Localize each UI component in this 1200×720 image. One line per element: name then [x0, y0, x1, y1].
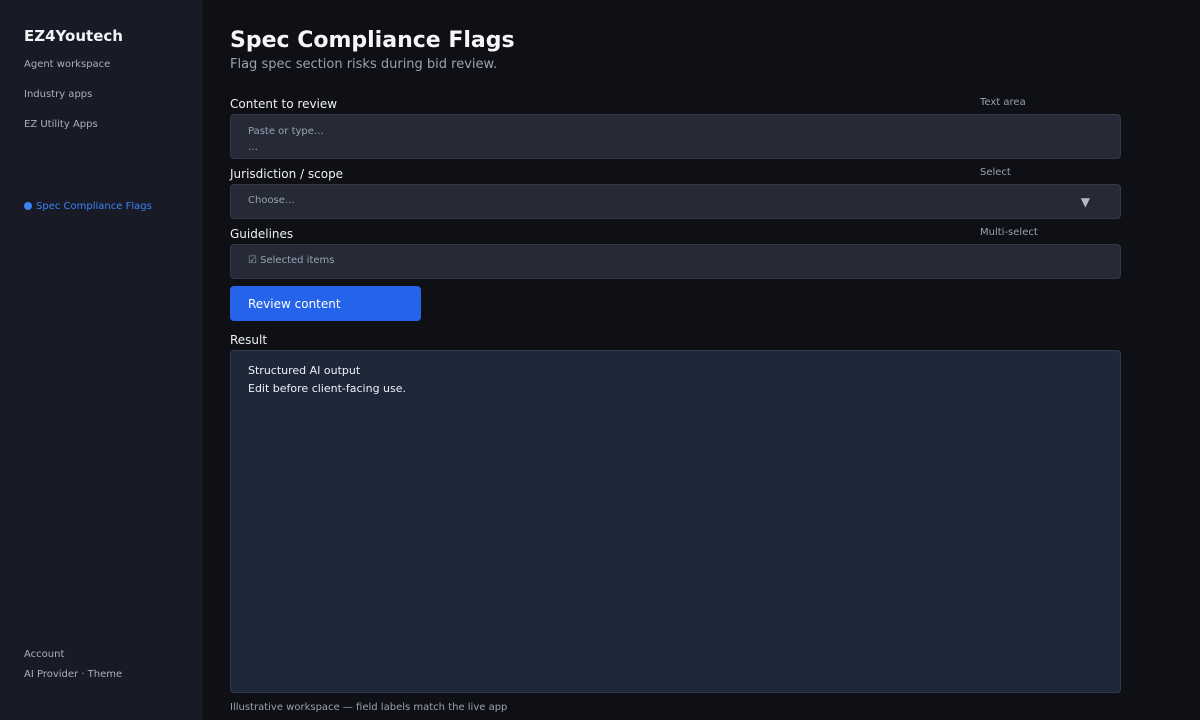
- page-title: Spec Compliance Flags: [230, 28, 515, 53]
- jurisdiction-placeholder: Choose…: [248, 195, 295, 206]
- nav-spec-compliance-flags[interactable]: Spec Compliance Flags: [24, 201, 152, 212]
- nav-agent-workspace[interactable]: Agent workspace: [24, 59, 110, 70]
- main-content: Spec Compliance Flags Flag spec section …: [230, 0, 1122, 720]
- jurisdiction-select[interactable]: Choose… ▼: [230, 184, 1121, 219]
- nav-industry-apps[interactable]: Industry apps: [24, 89, 92, 100]
- result-line-1: Structured AI output: [248, 364, 361, 377]
- content-ellipsis: …: [248, 142, 258, 153]
- nav-active-label: Spec Compliance Flags: [36, 201, 152, 212]
- nav-ez-utility-apps[interactable]: EZ Utility Apps: [24, 119, 98, 130]
- guidelines-type-tag: Multi-select: [980, 227, 1038, 238]
- result-line-2: Edit before client-facing use.: [248, 382, 407, 395]
- jurisdiction-label: Jurisdiction / scope: [230, 167, 344, 181]
- ai-provider-theme-link[interactable]: AI Provider · Theme: [24, 669, 122, 680]
- chevron-down-icon: ▼: [1080, 195, 1090, 209]
- guidelines-multiselect[interactable]: ☑ Selected items: [230, 244, 1121, 279]
- jurisdiction-type-tag: Select: [980, 167, 1011, 178]
- guidelines-label: Guidelines: [230, 227, 294, 241]
- account-link[interactable]: Account: [24, 649, 64, 660]
- footnote: Illustrative workspace — field labels ma…: [230, 702, 508, 713]
- active-dot-icon: [24, 202, 32, 210]
- content-type-tag: Text area: [980, 97, 1026, 108]
- result-label: Result: [230, 333, 268, 347]
- brand-name: EZ4Youtech: [24, 27, 123, 45]
- guidelines-placeholder: ☑ Selected items: [248, 255, 335, 266]
- content-placeholder: Paste or type…: [248, 126, 324, 137]
- content-label: Content to review: [230, 97, 338, 111]
- review-content-button[interactable]: Review content: [230, 286, 421, 321]
- page-subtitle: Flag spec section risks during bid revie…: [230, 57, 498, 72]
- sidebar: EZ4Youtech Agent workspace Industry apps…: [0, 0, 202, 720]
- result-output[interactable]: Structured AI output Edit before client-…: [230, 350, 1121, 693]
- content-textarea[interactable]: Paste or type… …: [230, 114, 1121, 159]
